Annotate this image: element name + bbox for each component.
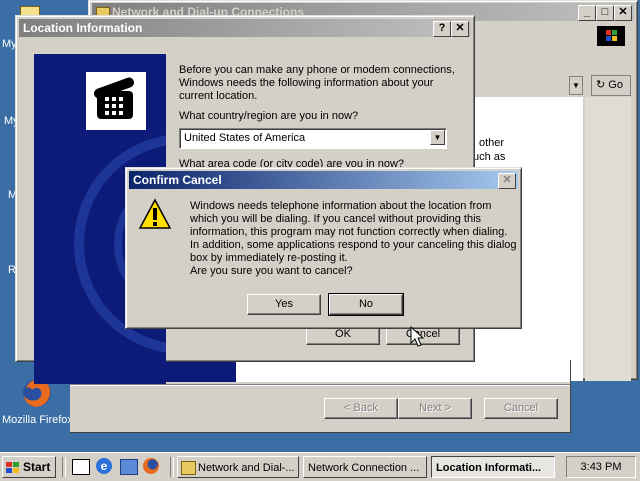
yes-button[interactable]: Yes [247,294,321,315]
task-location-information[interactable]: Location Informati... [431,456,555,478]
location-close-button[interactable]: ✕ [451,21,469,37]
system-tray: 3:43 PM [566,456,636,478]
phone-icon-frame [86,72,146,130]
confirm-cancel-dialog: Confirm Cancel ✕ Windows needs telephone… [125,167,522,329]
confirm-dialog-title: Confirm Cancel [133,173,222,187]
no-button[interactable]: No [328,293,404,316]
location-intro-text: Before you can make any phone or modem c… [179,64,455,102]
message-line-2: which you will be dialing. If you cancel… [190,213,482,225]
windows-flag-icon [6,462,19,473]
telephone-icon [93,77,135,119]
windows-logo-icon [597,26,625,46]
wizard-content-white [236,360,570,382]
task-network-dialup[interactable]: Network and Dial-... [177,456,299,478]
start-label: Start [23,460,51,474]
message-line-5: box by immediately re-posting it. [190,252,348,264]
wizard-cancel-button[interactable]: Cancel [484,398,558,419]
task-network-connection-label: Network Connection ... [308,462,420,474]
country-label: What country/region are you in now? [179,110,359,122]
confirm-dialog-titlebar[interactable]: Confirm Cancel ✕ [129,171,518,189]
location-dialog-titlebar[interactable]: Location Information ? ✕ [19,19,471,37]
next-button[interactable]: Next > [398,398,472,419]
warning-icon [138,198,172,229]
mouse-cursor-icon [410,326,424,347]
help-button[interactable]: ? [433,21,451,37]
message-line-1: Windows needs telephone information abou… [190,200,492,212]
chevron-down-icon[interactable]: ▼ [430,130,445,145]
outlook-express-icon[interactable] [120,459,138,475]
firefox-desktop-label: Mozilla Firefox [2,414,73,426]
country-select-value: United States of America [184,132,306,144]
firefox-quicklaunch-icon[interactable] [143,458,159,474]
confirm-close-button[interactable]: ✕ [498,173,516,189]
back-button[interactable]: < Back [324,398,398,419]
internet-explorer-icon[interactable]: e [96,458,112,474]
close-button[interactable]: ✕ [614,5,632,21]
go-button[interactable]: ↻ Go [591,75,631,96]
address-dropdown-arrow[interactable]: ▼ [569,76,583,95]
country-select[interactable]: United States of America ▼ [179,128,447,149]
content-text-2: uch as [473,151,506,163]
clock[interactable]: 3:43 PM [581,461,622,473]
task-location-information-label: Location Informati... [436,462,542,474]
message-line-6: Are you sure you want to cancel? [190,265,353,277]
message-line-3: information, this program may not functi… [190,226,508,238]
confirm-message: Windows needs telephone information abou… [190,200,520,278]
message-line-4: In addition, some applications respond t… [190,239,517,251]
folder-icon [181,461,196,475]
content-text-1: other [479,137,505,149]
go-label: Go [608,79,623,91]
quicklaunch-divider [62,457,66,477]
vertical-scrollbar[interactable] [585,97,631,381]
maximize-button[interactable]: □ [596,5,614,21]
taskbar: Start e Network and Dial-... Network Con… [0,452,640,481]
location-dialog-title: Location Information [23,21,143,35]
start-button[interactable]: Start [2,456,56,478]
go-arrow-icon: ↻ [596,79,606,91]
show-desktop-icon[interactable] [72,459,90,475]
wizard-divider [70,384,570,386]
task-network-dialup-label: Network and Dial-... [198,462,295,474]
quicklaunch-divider-2 [170,457,174,477]
minimize-button[interactable]: _ [578,5,596,21]
task-network-connection[interactable]: Network Connection ... [303,456,427,478]
